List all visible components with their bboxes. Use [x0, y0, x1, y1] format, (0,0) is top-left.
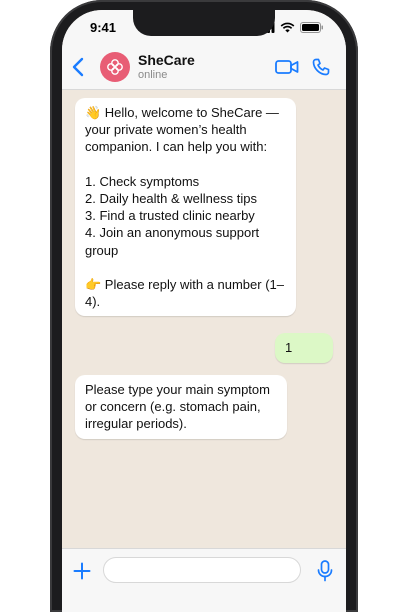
- back-button[interactable]: [72, 55, 90, 79]
- chat-area[interactable]: 👋 Hello, welcome to SheCare — your priva…: [62, 90, 346, 548]
- avatar[interactable]: [100, 51, 130, 82]
- video-call-button[interactable]: [272, 52, 302, 82]
- flower-logo-icon: [107, 58, 123, 75]
- outgoing-message: 1: [275, 333, 333, 363]
- contact-info[interactable]: SheCare online: [138, 52, 268, 82]
- video-camera-icon: [275, 59, 299, 74]
- message-input[interactable]: [103, 557, 301, 583]
- attach-button[interactable]: [70, 557, 93, 585]
- phone-screen: 9:41 SheCare online 👋 Hello, welcome to …: [62, 10, 346, 612]
- incoming-message: Please type your main symptom or concern…: [75, 375, 287, 439]
- plus-icon: [73, 562, 90, 580]
- chevron-left-icon: [72, 57, 84, 76]
- composer-bar: [62, 548, 346, 612]
- phone-notch: [133, 10, 275, 36]
- microphone-button[interactable]: [313, 557, 336, 585]
- phone-icon: [312, 58, 330, 75]
- chat-header: SheCare online: [62, 44, 346, 90]
- status-time: 9:41: [90, 19, 117, 35]
- incoming-message: 👋 Hello, welcome to SheCare — your priva…: [75, 98, 296, 317]
- contact-name: SheCare: [138, 51, 195, 68]
- wifi-icon: [280, 22, 295, 32]
- battery-icon: [300, 21, 323, 33]
- voice-call-button[interactable]: [306, 52, 336, 82]
- microphone-icon: [317, 560, 332, 582]
- contact-status: online: [138, 68, 168, 81]
